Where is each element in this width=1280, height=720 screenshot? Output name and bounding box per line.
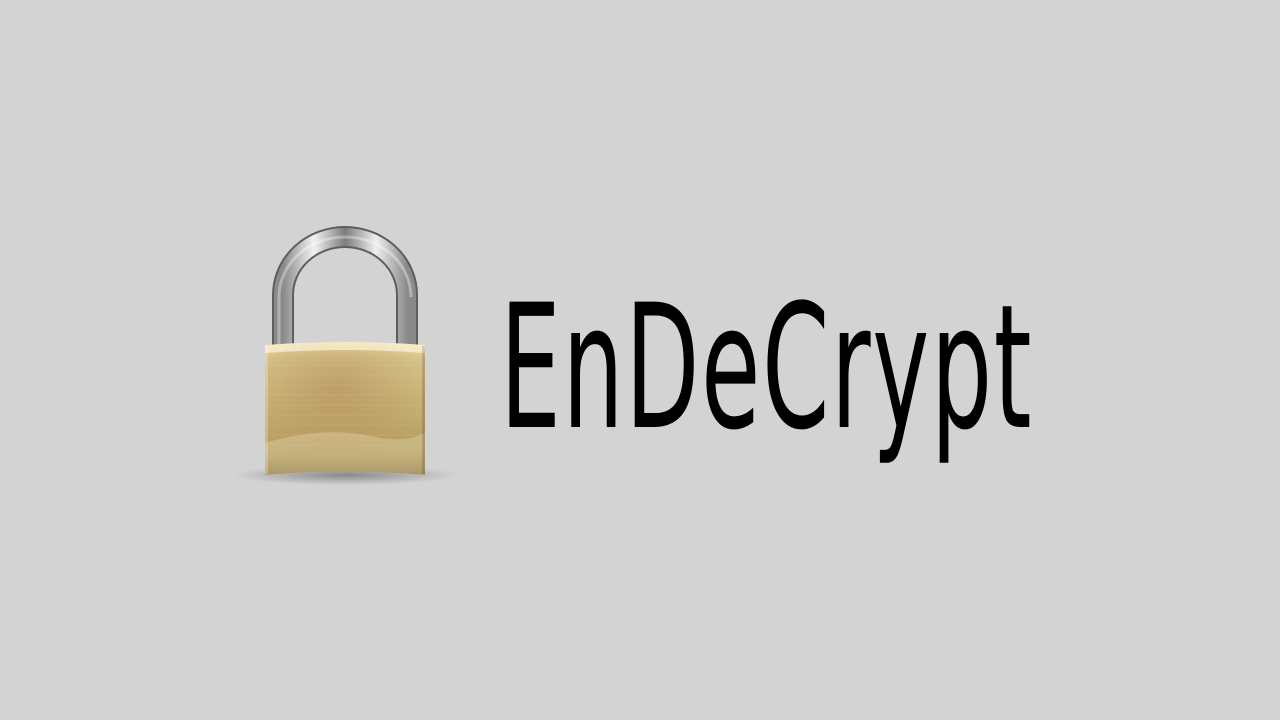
splash-screen: EnDeCrypt (0, 0, 1280, 720)
padlock-graphic (233, 226, 457, 485)
app-title: EnDeCrypt (500, 267, 1034, 468)
padlock-icon (225, 225, 465, 495)
